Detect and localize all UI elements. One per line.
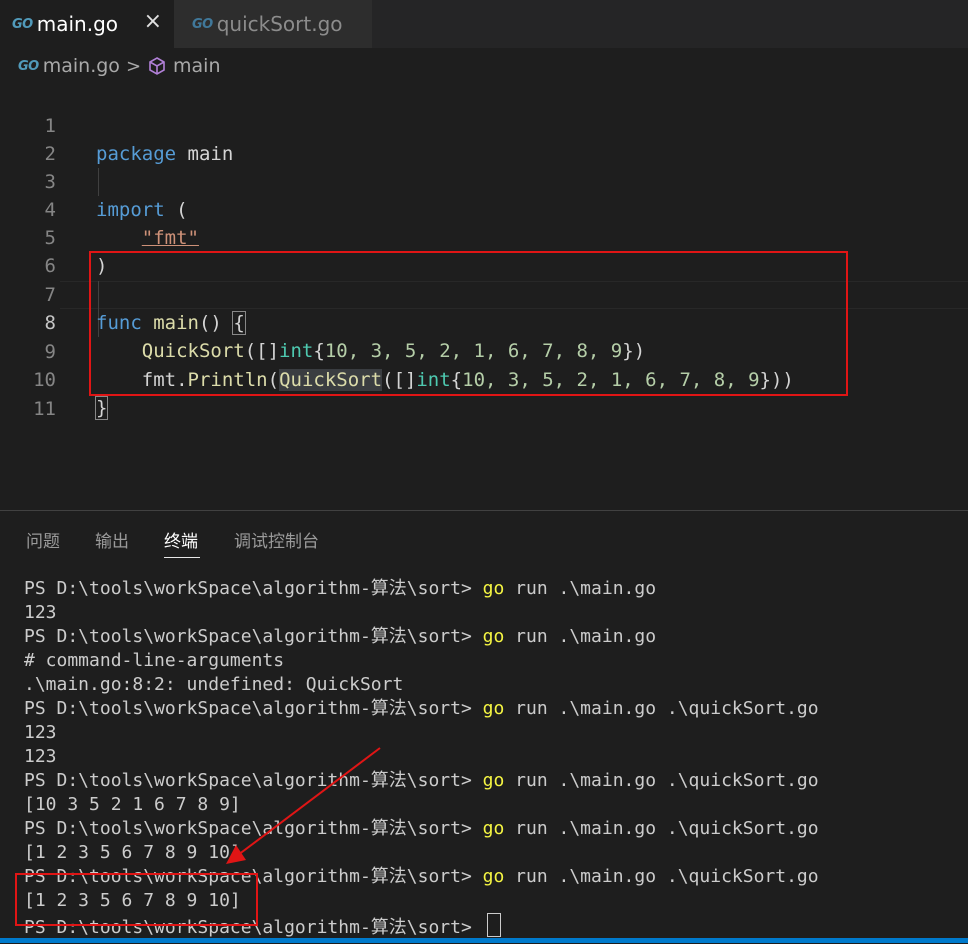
status-bar xyxy=(0,938,968,943)
annotation-arrow xyxy=(226,747,381,864)
